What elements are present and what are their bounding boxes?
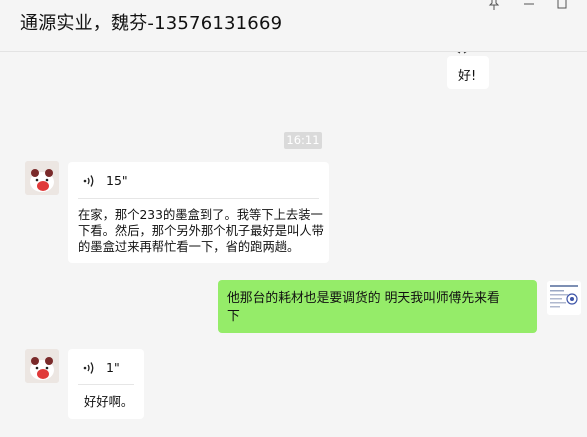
voice-transcript: 好好啊。: [84, 395, 134, 409]
minimize-icon[interactable]: [523, 0, 535, 12]
self-avatar[interactable]: [547, 281, 581, 315]
message-text: 他那台的耗材也是要调货的 明天我叫师傅先来看 下: [227, 290, 527, 326]
message-bubble-outgoing[interactable]: 他那台的耗材也是要调货的 明天我叫师傅先来看 下: [218, 280, 537, 333]
contact-avatar[interactable]: [25, 161, 59, 195]
message-timestamp: 16:11: [284, 132, 322, 149]
partial-image-fragment: [457, 52, 467, 54]
maximize-icon[interactable]: [556, 0, 568, 12]
message-line: 他那台的耗材也是要调货的 明天我叫师傅先来看: [227, 291, 500, 306]
voice-wave-icon: [83, 175, 94, 187]
contact-avatar[interactable]: [25, 349, 59, 383]
chat-header: 通源实业，魏芬-13576131669: [0, 0, 587, 52]
transcript-line: 下看。然后，那个另外那个机子最好是叫人带: [78, 224, 324, 238]
voice-message-bubble[interactable]: 1" 好好啊。: [68, 349, 144, 419]
divider: [78, 384, 134, 385]
chat-area[interactable]: 好! 16:11 15" 在家，那个233的墨盒到了。我等下上去装一 下看。然后: [0, 52, 587, 437]
voice-duration: 15": [106, 173, 128, 188]
message-line: 下: [227, 309, 240, 324]
pin-icon[interactable]: [488, 0, 500, 12]
chat-title: 通源实业，魏芬-13576131669: [20, 13, 283, 34]
voice-play-row[interactable]: 1": [83, 359, 138, 379]
message-text: 好!: [458, 69, 477, 84]
divider: [78, 198, 319, 199]
voice-message-bubble[interactable]: 15" 在家，那个233的墨盒到了。我等下上去装一 下看。然后，那个另外那个机子…: [68, 162, 329, 263]
voice-transcript: 在家，那个233的墨盒到了。我等下上去装一 下看。然后，那个另外那个机子最好是叫…: [78, 207, 328, 255]
message-bubble-incoming-partial[interactable]: 好!: [447, 56, 489, 89]
voice-play-row[interactable]: 15": [83, 172, 283, 192]
transcript-line: 在家，那个233的墨盒到了。我等下上去装一: [78, 208, 323, 222]
voice-wave-icon: [83, 362, 94, 374]
voice-duration: 1": [106, 360, 120, 375]
transcript-line: 的墨盒过来再帮忙看一下，省的跑两趟。: [78, 240, 300, 254]
